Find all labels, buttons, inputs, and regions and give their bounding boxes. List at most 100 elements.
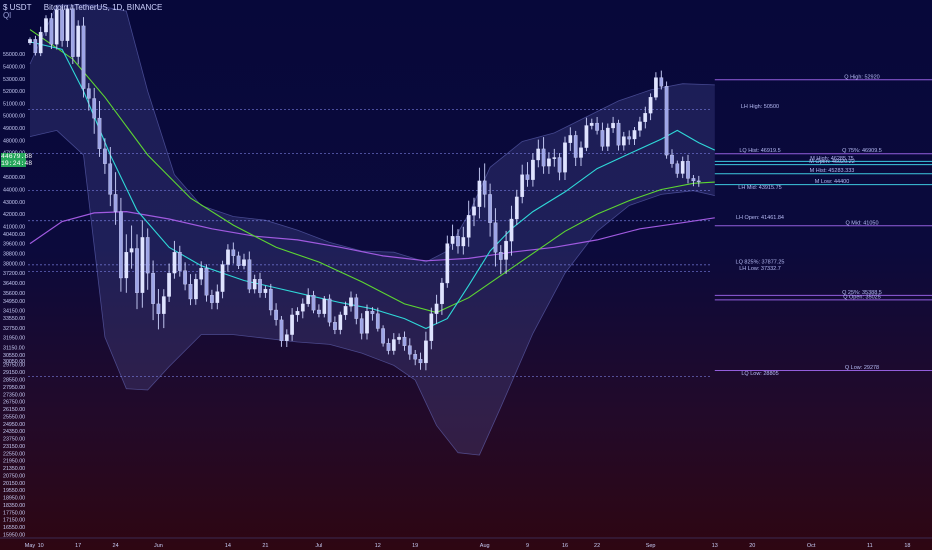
candle-body [407, 345, 412, 355]
price-tick-label: 53000.00 [3, 77, 25, 83]
candle-body [33, 39, 38, 54]
candle-body [338, 314, 343, 330]
price-tick-label: 21950.00 [3, 459, 25, 465]
candle-body [38, 31, 43, 54]
candle-body [440, 282, 444, 305]
candle-body [691, 178, 696, 182]
price-tick-label: 39600.00 [3, 242, 25, 248]
candle-body [456, 236, 460, 247]
price-tick-label: 35600.00 [3, 291, 25, 297]
candle-body [172, 252, 177, 274]
candle-body [557, 157, 562, 173]
price-tick-label: 21350.00 [3, 466, 25, 472]
price-tick-label: 27950.00 [3, 385, 25, 391]
candle-body [552, 157, 557, 159]
price-tick-label: 24350.00 [3, 429, 25, 435]
candle-body [659, 77, 664, 87]
candle-body [268, 288, 273, 311]
candle-body [418, 359, 423, 364]
price-tick-label: 44000.00 [3, 188, 25, 194]
time-tick-label: 21 [262, 543, 268, 549]
price-tick-label: 38000.00 [3, 261, 25, 267]
chart-header: $ USDT Bitcoin / TetherUS, 1D, BINANCE [3, 3, 162, 12]
candle-body [547, 158, 551, 167]
trading-chart[interactable]: Q High: 52920 LH High: 50500 LQ Hist: 4691… [0, 0, 932, 550]
level-label: Q Low: 29278 [845, 365, 879, 371]
candle-body [434, 303, 439, 314]
price-tick-label: 23750.00 [3, 437, 25, 443]
candle-body [391, 339, 396, 351]
time-tick-label: 22 [594, 543, 600, 549]
candle-body [493, 222, 498, 253]
last-price-badge: 44679.88 19:24:48 [1, 153, 33, 167]
candle-body [541, 148, 546, 167]
candle-body [638, 121, 642, 131]
candle-body [167, 272, 171, 297]
candle-body [488, 194, 492, 223]
candle-body [349, 297, 353, 307]
candle-body [124, 252, 129, 279]
candle-body [397, 336, 401, 340]
price-tick-label: 51000.00 [3, 101, 25, 107]
price-tick-label: 55000.00 [3, 52, 25, 58]
candle-body [199, 268, 204, 280]
candle-body [589, 122, 594, 126]
price-tick-label: 18350.00 [3, 503, 25, 509]
candle-body [215, 291, 220, 303]
candle-body [60, 9, 64, 41]
price-tick-label: 19550.00 [3, 488, 25, 494]
price-tick-label: 37200.00 [3, 271, 25, 277]
price-tick-label: 42000.00 [3, 212, 25, 218]
candle-body [429, 313, 434, 341]
price-tick-label: 52000.00 [3, 89, 25, 95]
candle-body [370, 311, 375, 314]
price-tick-label: 16550.00 [3, 525, 25, 531]
candle-body [579, 147, 583, 158]
price-tick-label: 27350.00 [3, 392, 25, 398]
time-tick-label: 17 [75, 543, 81, 549]
candle-body [359, 318, 364, 334]
price-tick-label: 33550.00 [3, 316, 25, 322]
indicator-label[interactable]: Ql [3, 11, 11, 20]
candle-body [573, 135, 578, 158]
candle-body [696, 180, 701, 183]
level-label: M Low: 44400 [815, 179, 850, 185]
time-tick-label: 13 [712, 543, 718, 549]
candle-body [113, 194, 118, 212]
candle-body [375, 313, 380, 329]
candle-body [151, 272, 155, 304]
candle-body [616, 122, 621, 146]
candle-body [632, 130, 637, 140]
level-label: Q Mid: 41050 [845, 220, 878, 226]
time-tick-label: Oct [807, 543, 816, 549]
candle-body [621, 136, 626, 146]
price-tick-label: 28550.00 [3, 378, 25, 384]
candle-body [188, 284, 193, 300]
candle-body [119, 211, 123, 279]
symbol-title[interactable]: Bitcoin / TetherUS, 1D, BINANCE [44, 3, 163, 12]
candle-body [300, 303, 305, 312]
candle-body [204, 268, 209, 296]
price-tick-label: 34950.00 [3, 299, 25, 305]
candle-body [97, 117, 102, 149]
candle-body [525, 174, 530, 180]
price-chart-canvas[interactable]: Q High: 52920LH High: 50500LQ Hist: 4691… [0, 0, 932, 550]
candle-body [103, 148, 107, 164]
price-tick-label: 18950.00 [3, 496, 25, 502]
last-price: 44679.88 [1, 153, 33, 160]
candle-body [536, 148, 541, 161]
candle-body [402, 336, 407, 346]
time-tick-label: 10 [38, 543, 44, 549]
candle-body [161, 296, 166, 314]
candle-body [498, 252, 503, 260]
candle-body [220, 264, 225, 292]
price-tick-label: 43000.00 [3, 200, 25, 206]
level-label: Q 75%: 46909.5 [842, 148, 882, 154]
candle-body [381, 328, 385, 344]
price-tick-label: 31150.00 [3, 346, 25, 352]
candle-body [290, 314, 294, 335]
candle-body [306, 295, 311, 305]
time-tick-label: Sep [646, 543, 656, 549]
candle-body [520, 174, 525, 197]
candle-body [343, 306, 348, 316]
